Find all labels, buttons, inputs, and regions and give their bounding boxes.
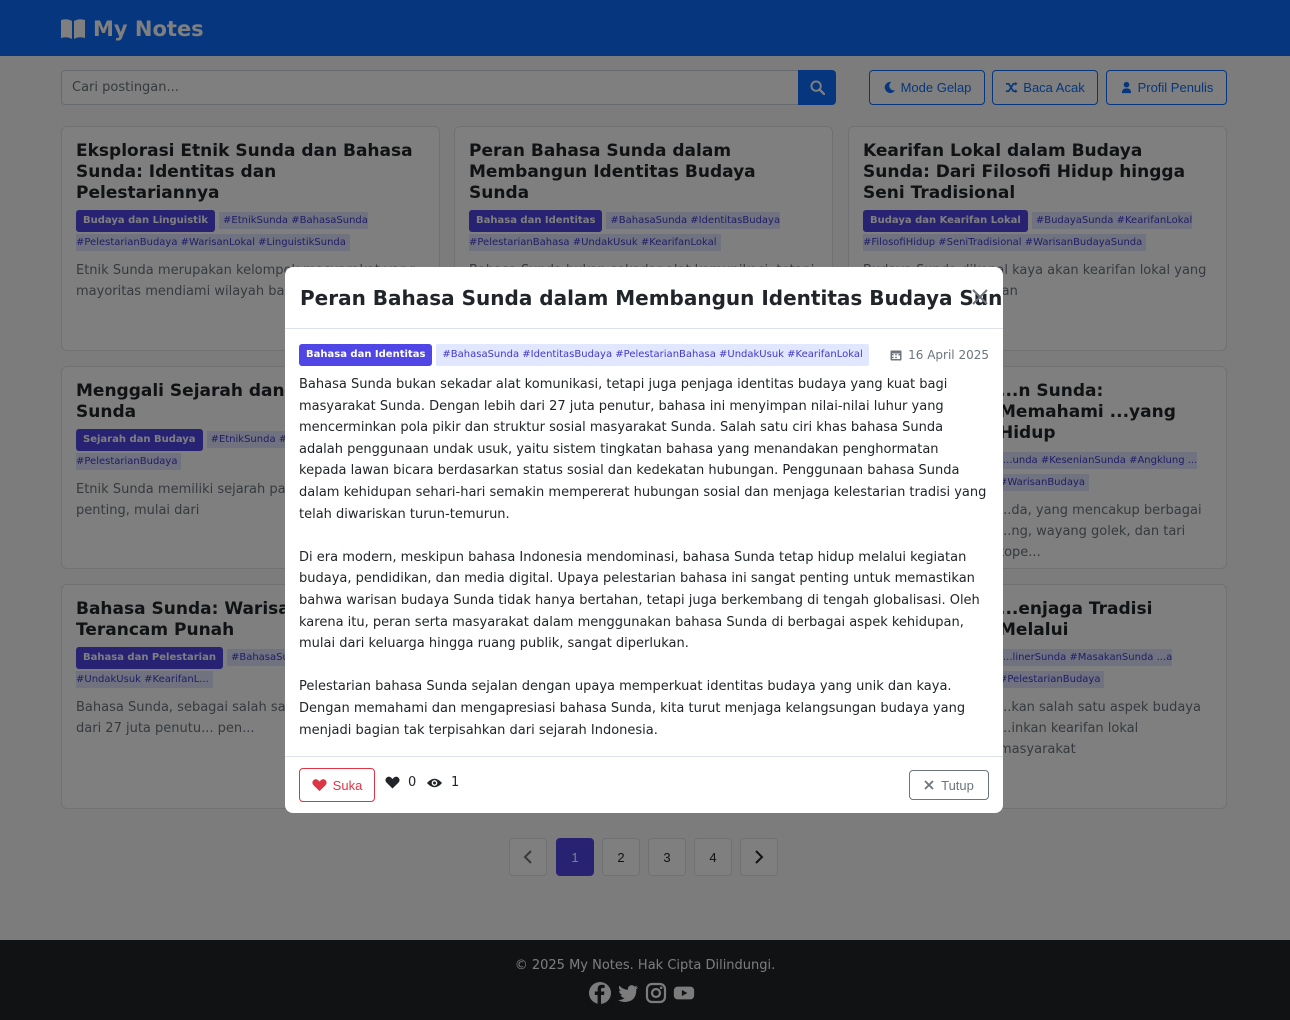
body-paragraph: Pelestarian bahasa Sunda sejalan dengan … [299, 679, 966, 738]
like-button[interactable]: Suka [299, 768, 375, 802]
modal-body: Bahasa Sunda bukan sekadar alat komunika… [299, 374, 989, 763]
post-date-text: 16 April 2025 [908, 348, 989, 362]
modal-header: Peran Bahasa Sunda dalam Membangun Ident… [285, 267, 1003, 329]
heart-icon [312, 779, 327, 792]
close-icon [924, 780, 934, 790]
view-count-value: 1 [451, 775, 460, 790]
post-modal: Peran Bahasa Sunda dalam Membangun Ident… [285, 267, 1003, 813]
heart-icon [385, 776, 400, 789]
modal-meta: Bahasa dan Identitas #BahasaSunda #Identi… [299, 344, 989, 366]
like-label: Suka [332, 777, 363, 793]
view-count: 1 [426, 775, 459, 790]
body-paragraph: Bahasa Sunda bukan sekadar alat komunika… [299, 377, 987, 522]
close-icon[interactable] [971, 288, 989, 306]
modal-footer: Suka 0 1 Tutup [285, 756, 1003, 813]
calendar-icon [890, 350, 902, 361]
close-label: Tutup [941, 777, 974, 793]
post-date: 16 April 2025 [890, 344, 989, 366]
like-count-value: 0 [408, 775, 417, 790]
like-count: 0 [385, 775, 416, 790]
eye-icon [426, 778, 443, 787]
category-badge: Bahasa dan Identitas [299, 344, 433, 366]
hashtag-list: #BahasaSunda #IdentitasBudaya #Pelestari… [436, 344, 869, 366]
body-paragraph: Di era modern, meskipun bahasa Indonesia… [299, 549, 980, 652]
close-modal-button[interactable]: Tutup [909, 770, 989, 800]
modal-title: Peran Bahasa Sunda dalam Membangun Ident… [300, 286, 1003, 310]
